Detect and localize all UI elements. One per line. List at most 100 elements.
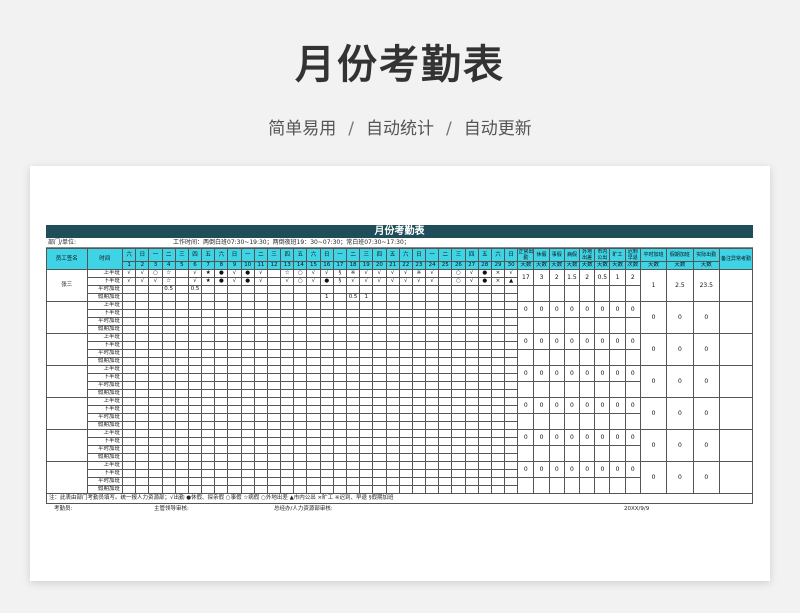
day-cell [477, 397, 492, 406]
header-day: 12 [266, 261, 282, 270]
day-cell [477, 437, 492, 446]
summary-value: 0 [548, 429, 565, 446]
day-cell [201, 421, 216, 430]
day-cell [161, 365, 176, 374]
header-summary: 外地出差 [579, 248, 596, 262]
day-cell [345, 333, 361, 342]
summary-value: 0 [639, 333, 668, 366]
day-cell [174, 301, 189, 310]
day-cell [214, 461, 229, 470]
day-cell [201, 469, 216, 478]
day-cell [490, 389, 506, 398]
day-cell [385, 421, 400, 430]
day-cell [345, 325, 361, 334]
day-cell [306, 485, 321, 494]
row-label: 上半班 [86, 397, 124, 406]
day-cell [135, 341, 150, 350]
day-cell [201, 309, 216, 318]
day-cell: √ [372, 269, 387, 278]
row-label: 上半班 [86, 365, 124, 374]
day-cell [398, 429, 413, 438]
day-cell [266, 477, 282, 486]
summary-value: 0 [692, 365, 720, 398]
day-cell [332, 429, 347, 438]
header-unit: 天数 [533, 261, 550, 270]
summary-value: 0 [594, 365, 611, 382]
day-cell [122, 453, 137, 462]
header-weekday: 二 [345, 248, 361, 262]
day-cell [227, 413, 242, 422]
day-cell [148, 413, 163, 422]
day-cell [319, 341, 334, 350]
summary-value: 0 [624, 461, 641, 478]
day-cell [174, 269, 189, 278]
day-cell [372, 365, 387, 374]
day-cell: √ [135, 269, 150, 278]
header-day: 15 [306, 261, 321, 270]
day-cell [504, 357, 519, 366]
summary-blank [533, 413, 550, 430]
day-cell [227, 333, 242, 342]
day-cell [438, 421, 453, 430]
day-cell [122, 365, 137, 374]
day-cell [174, 341, 189, 350]
day-cell: √ [411, 277, 427, 286]
header-day: 17 [332, 261, 347, 270]
day-cell [293, 429, 308, 438]
day-cell [187, 373, 203, 382]
day-cell [122, 469, 137, 478]
day-cell: √ [398, 277, 413, 286]
day-cell [332, 485, 347, 494]
day-cell [477, 413, 492, 422]
day-cell: √ [464, 269, 479, 278]
day-cell [411, 453, 427, 462]
day-cell [451, 333, 466, 342]
day-cell [240, 365, 255, 374]
day-cell: ○ [451, 269, 466, 278]
day-cell [345, 485, 361, 494]
day-cell [438, 405, 453, 414]
day-cell [306, 285, 321, 294]
summary-blank [609, 445, 626, 462]
day-cell [122, 333, 137, 342]
header-summary: 市内公出 [594, 248, 611, 262]
day-cell [266, 365, 282, 374]
day-cell [385, 301, 400, 310]
day-cell [161, 389, 176, 398]
day-cell [148, 389, 163, 398]
header-day: 21 [385, 261, 400, 270]
header-day: 25 [438, 261, 453, 270]
day-cell [438, 397, 453, 406]
day-cell [240, 381, 255, 390]
day-cell [306, 389, 321, 398]
day-cell [438, 301, 453, 310]
day-cell [227, 301, 242, 310]
row-label: 假期加班 [86, 453, 124, 462]
summary-blank [609, 317, 626, 334]
day-cell: √ [187, 277, 203, 286]
day-cell [227, 405, 242, 414]
day-cell [490, 341, 506, 350]
day-cell [490, 461, 506, 470]
day-cell [411, 437, 427, 446]
header-weekday: 三 [266, 248, 282, 262]
summary-value: 0 [692, 429, 720, 462]
day-cell [359, 485, 374, 494]
summary-value: 0 [594, 333, 611, 350]
day-cell [332, 389, 347, 398]
day-cell [451, 341, 466, 350]
table-row: 张三 上半班 √ √ ○ ☆ √ ★ ● √ ● √ ☆ ○ √ √ § ※ √ √ √ √ ※ √ ○ √ ● × √ 17 3 2 1.5 2… [46, 269, 754, 302]
summary-value: 2 [548, 269, 565, 286]
day-cell [214, 485, 229, 494]
day-cell [411, 397, 427, 406]
day-cell [266, 389, 282, 398]
summary-value: 2.5 [666, 269, 694, 302]
day-cell [464, 357, 479, 366]
day-cell [214, 341, 229, 350]
summary-blank [563, 381, 581, 398]
header-day: 3 [148, 261, 163, 270]
day-cell [398, 365, 413, 374]
day-cell [490, 357, 506, 366]
day-cell [293, 317, 308, 326]
day-cell [464, 317, 479, 326]
